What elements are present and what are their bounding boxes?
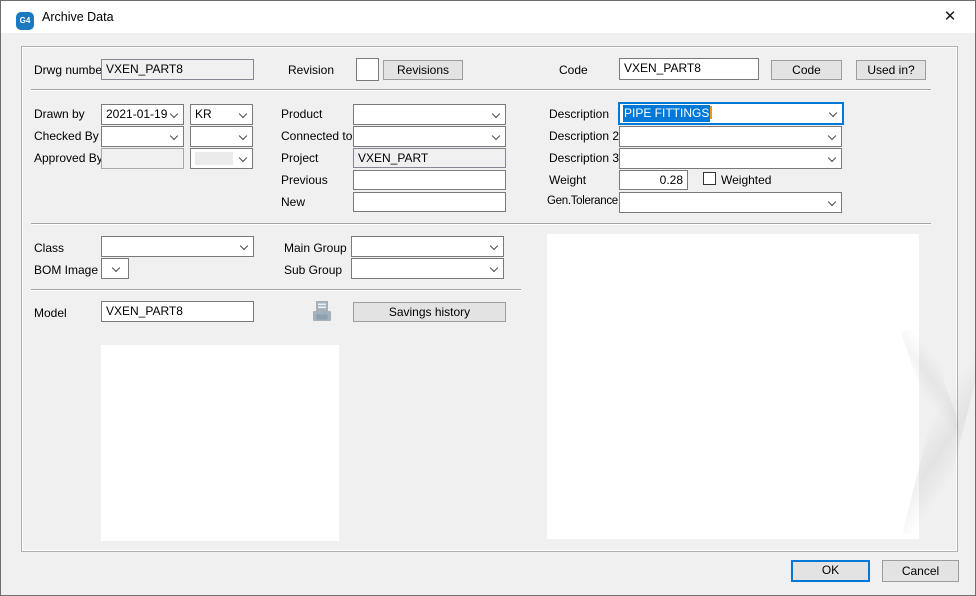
chevron-down-icon [829,108,837,116]
title-bar: G4 Archive Data ✕ [1,1,975,33]
approved-by-initials-combo[interactable] [190,148,253,169]
drawn-by-date-combo[interactable]: 2021-01-19 [101,104,184,125]
chevron-down-icon [828,131,836,139]
drawn-by-label: Drawn by [34,107,85,121]
drwg-number-label: Drwg number [34,63,106,77]
model-field[interactable]: VXEN_PART8 [101,301,254,322]
description2-label: Description 2 [549,129,619,143]
code-label: Code [559,63,588,77]
bom-image-combo[interactable] [101,258,129,279]
separator [31,223,931,224]
description-selected-text: PIPE FITTINGS [623,105,710,122]
cancel-button[interactable]: Cancel [882,560,959,582]
revisions-button[interactable]: Revisions [383,60,463,80]
approved-by-date-field [101,148,184,169]
disabled-edit-area [195,152,233,165]
chevron-down-icon [490,263,498,271]
chevron-down-icon [490,241,498,249]
description3-combo[interactable] [619,148,842,169]
g4-app-icon: G4 [16,12,34,30]
new-field[interactable] [353,192,506,212]
close-icon[interactable]: ✕ [931,1,969,33]
weight-label: Weight [549,173,586,187]
drwg-number-field: VXEN_PART8 [101,59,254,80]
revision-label: Revision [288,63,334,77]
main-group-label: Main Group [284,241,347,255]
weight-field[interactable]: 0.28 [619,170,688,190]
connected-to-label: Connected to [281,129,352,143]
separator [31,89,931,90]
product-combo[interactable] [353,104,506,125]
model-preview-panel [101,345,339,541]
chevron-down-icon [239,131,247,139]
drawn-by-date-value: 2021-01-19 [106,107,167,121]
chevron-down-icon [239,153,247,161]
gen-tolerance-label: Gen.Tolerance [547,195,618,207]
checked-by-initials-combo[interactable] [190,126,253,147]
chevron-down-icon [170,109,178,117]
previous-label: Previous [281,173,328,187]
description-combo[interactable]: PIPE FITTINGS [618,102,844,125]
chevron-down-icon [828,197,836,205]
gen-tolerance-combo[interactable] [619,192,842,213]
weighted-checkbox[interactable] [703,172,716,185]
description2-combo[interactable] [619,126,842,147]
chevron-down-icon [492,109,500,117]
product-label: Product [281,107,322,121]
code-button[interactable]: Code [771,60,842,80]
connected-to-combo[interactable] [353,126,506,147]
description3-label: Description 3 [549,151,619,165]
chevron-down-icon [828,153,836,161]
chevron-down-icon [240,241,248,249]
model-label: Model [34,306,67,320]
description-label: Description [549,107,609,121]
drawn-by-initials-combo[interactable]: KR [190,104,253,125]
chevron-down-icon [170,131,178,139]
ok-button[interactable]: OK [791,560,870,582]
checked-by-date-combo[interactable] [101,126,184,147]
part-preview-panel [547,234,919,539]
project-field: VXEN_PART [353,148,506,168]
checked-by-label: Checked By [34,129,99,143]
revision-field[interactable] [356,58,379,81]
archive-data-dialog: G4 Archive Data ✕ Drwg number VXEN_PART8… [0,0,976,596]
sub-group-label: Sub Group [284,263,342,277]
project-label: Project [281,151,318,165]
previous-field[interactable] [353,170,506,190]
code-field[interactable]: VXEN_PART8 [619,58,759,80]
bom-image-label: BOM Image [34,263,98,277]
new-label: New [281,195,305,209]
printer-icon[interactable] [311,300,333,328]
used-in-button[interactable]: Used in? [856,60,926,80]
approved-by-label: Approved By [34,151,103,165]
savings-history-button[interactable]: Savings history [353,302,506,322]
chevron-down-icon [112,263,120,271]
window-title: Archive Data [42,10,114,24]
main-group-combo[interactable] [351,236,504,257]
class-combo[interactable] [101,236,254,257]
chevron-down-icon [239,109,247,117]
chevron-down-icon [492,131,500,139]
text-caret [710,106,712,119]
weighted-label: Weighted [721,173,771,187]
class-label: Class [34,241,64,255]
drawn-by-initials-value: KR [195,107,212,121]
separator [31,289,521,290]
sub-group-combo[interactable] [351,258,504,279]
